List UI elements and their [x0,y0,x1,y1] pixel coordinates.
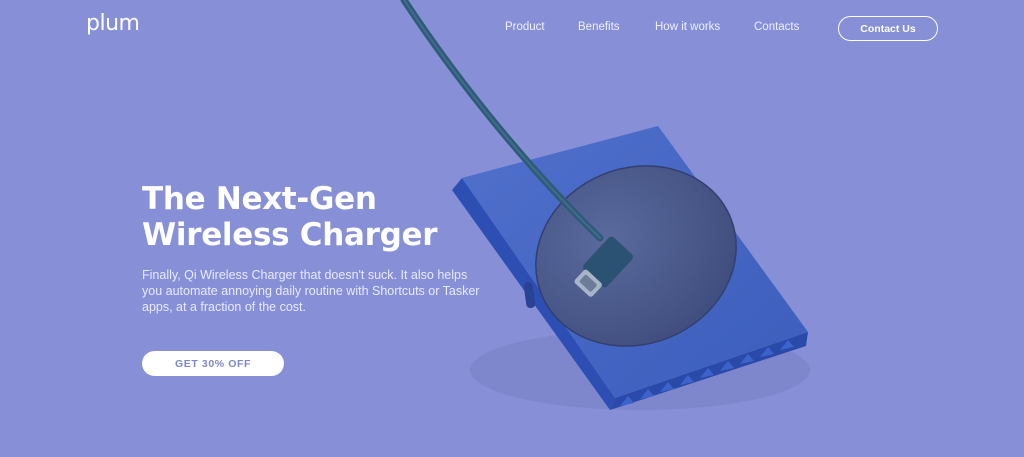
nav-link-benefits[interactable]: Benefits [578,21,620,33]
hero-title-line-2: Wireless Charger [142,217,438,253]
plum-logo[interactable]: plum [86,11,140,36]
hero-subtitle: Finally, Qi Wireless Charger that doesn'… [142,268,480,314]
nav-link-contacts[interactable]: Contacts [754,21,799,33]
contact-us-button[interactable]: Contact Us [838,16,938,41]
nav-link-how-it-works[interactable]: How it works [655,21,720,33]
hero-title: The Next-Gen Wireless Charger [142,181,482,253]
hero-title-line-1: The Next-Gen [142,181,377,217]
nav-link-product[interactable]: Product [505,21,545,33]
landing-page: plum Product Benefits How it works Conta… [0,0,1024,457]
get-discount-button[interactable]: GET 30% OFF [142,351,284,376]
